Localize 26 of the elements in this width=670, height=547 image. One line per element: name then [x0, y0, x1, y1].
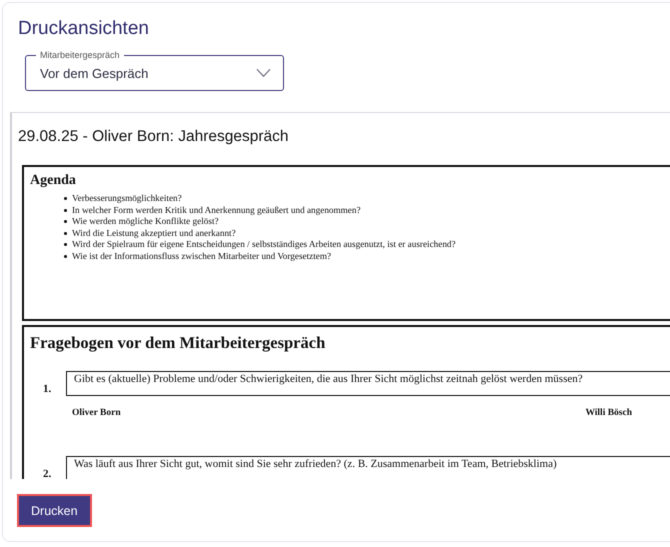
- agenda-item: Wird der Spielraum für eigene Entscheidungen / selbstständiges Arbeiten ausgenutzt, ist er ausreichend?: [72, 239, 456, 250]
- print-button[interactable]: Drucken: [17, 494, 92, 527]
- select-value: Vor dem Gespräch: [40, 66, 150, 80]
- agenda-item: In welcher Form werden Kritik und Anerkennung geäußert und angenommen?: [72, 204, 361, 216]
- agenda-item: Verbesserungsmöglichkeiten?: [72, 193, 182, 204]
- question-box: Was läuft aus Ihrer Sicht gut, womit sind Sie sehr zufrieden? (z. B. Zusammenarbeit im Team, Betriebsklima): [66, 456, 670, 479]
- chevron-down-icon: [256, 68, 271, 78]
- bullet-icon: [64, 208, 67, 212]
- page-title: Druckansichten: [18, 17, 150, 41]
- question-number: 2.: [42, 468, 52, 479]
- agenda-item: Wird die Leistung akzeptiert und anerkannt?: [72, 228, 236, 239]
- participant-name: Oliver Born: [72, 408, 121, 418]
- bullet-icon: [64, 254, 67, 258]
- bullet-icon: [64, 232, 67, 235]
- agenda-item: Wie ist der Informationsfluss zwischen Mitarbeiter und Vorgesetztem?: [72, 250, 332, 262]
- agenda-title: Agenda: [30, 173, 77, 189]
- bullet-icon: [64, 197, 67, 200]
- document-heading: 29.08.25 - Oliver Born: Jahresgespräch: [18, 127, 290, 147]
- participant-name: Willi Bösch: [585, 408, 632, 418]
- question-box: Gibt es (aktuelle) Probleme und/oder Schwierigkeiten, die aus Ihrer Sicht möglichst zeitnah gelöst werden müssen?: [66, 371, 670, 396]
- bullet-icon: [64, 243, 67, 246]
- question-number: 1.: [42, 383, 52, 395]
- field-label: Mitarbeitergespräch: [36, 49, 124, 61]
- questionnaire-title: Fragebogen vor dem Mitarbeitergespräch: [30, 333, 326, 353]
- agenda-item: Wie werden mögliche Konflikte gelöst?: [72, 216, 219, 228]
- bullet-icon: [64, 220, 67, 224]
